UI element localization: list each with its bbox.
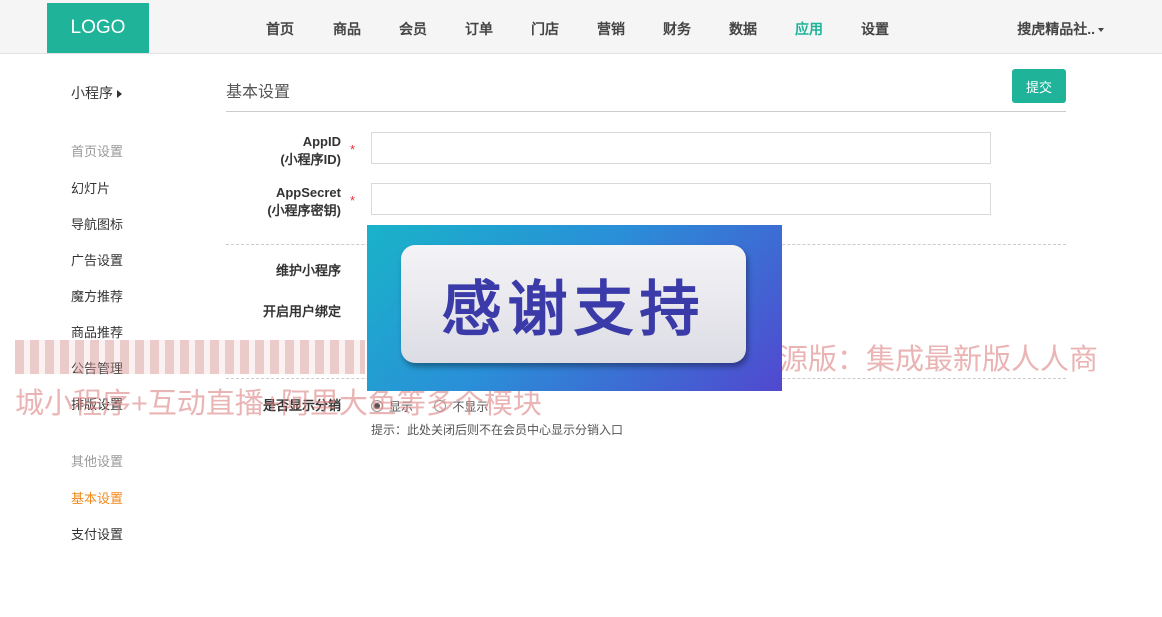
appsecret-label-line1: AppSecret [275, 185, 341, 200]
sidebar-item-payment-settings[interactable]: 支付设置 [71, 524, 123, 543]
sidebar-group-home: 首页设置 [71, 144, 124, 159]
sidebar-item-notice[interactable]: 公告管理 [71, 358, 123, 377]
banner-plate: 感谢支持 [401, 245, 746, 363]
watermark-line1: 源版：集成最新版人人商 [779, 344, 1099, 376]
radio-button[interactable] [371, 400, 383, 412]
appid-label-line2: (小程序ID) [280, 152, 341, 167]
appid-label: AppID (小程序ID) [226, 133, 341, 169]
appsecret-label-line2: (小程序密钥) [267, 203, 341, 218]
distribution-radio-group: 显示 不显示 [371, 398, 506, 415]
sidebar-item-layout[interactable]: 排版设置 [71, 394, 123, 413]
thanks-banner: 感谢支持 [367, 225, 782, 391]
sidebar-item-basic-settings[interactable]: 基本设置 [71, 488, 123, 507]
nav-data[interactable]: 数据 [729, 19, 757, 39]
page-title: 基本设置 [226, 84, 291, 101]
nav-home[interactable]: 首页 [266, 19, 294, 39]
sidebar-item-goods-recommend[interactable]: 商品推荐 [71, 322, 123, 341]
watermark-blurred-text [15, 340, 365, 374]
appid-label-line1: AppID [302, 134, 341, 149]
top-navbar: LOGO 首页 商品 会员 订单 门店 营销 财务 数据 应用 设置 搜虎精品社… [0, 0, 1162, 54]
user-bind-label: 开启用户绑定 [262, 304, 341, 319]
distribution-hint: 提示：此处关闭后则不在会员中心显示分销入口 [371, 423, 624, 437]
radio-label: 不显示 [452, 400, 489, 414]
radio-option-show[interactable]: 显示 [371, 398, 413, 415]
sidebar-title-label: 小程序 [71, 85, 113, 101]
radio-button[interactable] [434, 400, 447, 412]
required-marker: * [350, 142, 356, 157]
sidebar-item-nav-icons[interactable]: 导航图标 [71, 214, 123, 233]
banner-text: 感谢支持 [441, 275, 706, 343]
user-name: 搜虎精品社.. [1017, 21, 1095, 37]
nav-marketing[interactable]: 营销 [597, 19, 625, 39]
radio-option-hide[interactable]: 不显示 [434, 398, 488, 415]
sidebar-item-cube[interactable]: 魔方推荐 [71, 286, 123, 305]
maintain-label: 维护小程序 [275, 263, 341, 278]
nav-member[interactable]: 会员 [399, 19, 427, 39]
distribution-label: 是否显示分销 [262, 398, 341, 413]
caret-right-icon [117, 90, 122, 99]
title-divider [226, 111, 1066, 112]
appid-input[interactable] [371, 132, 991, 164]
appsecret-input[interactable] [371, 183, 991, 215]
user-menu[interactable]: 搜虎精品社.. [1017, 19, 1104, 39]
required-marker: * [350, 193, 356, 208]
logo[interactable]: LOGO [47, 3, 149, 53]
sidebar-group-other: 其他设置 [71, 454, 124, 469]
chevron-down-icon [1098, 28, 1104, 33]
sidebar-title[interactable]: 小程序 [71, 83, 122, 103]
nav-apps[interactable]: 应用 [795, 19, 823, 39]
sidebar-item-slides[interactable]: 幻灯片 [71, 178, 110, 197]
sidebar-item-ads[interactable]: 广告设置 [71, 250, 123, 269]
nav-finance[interactable]: 财务 [663, 19, 691, 39]
radio-label: 显示 [389, 400, 414, 414]
submit-button[interactable]: 提交 [1012, 69, 1066, 103]
nav-store[interactable]: 门店 [531, 19, 559, 39]
nav-order[interactable]: 订单 [465, 19, 493, 39]
nav-settings[interactable]: 设置 [861, 19, 889, 39]
nav-goods[interactable]: 商品 [333, 19, 361, 39]
appsecret-label: AppSecret (小程序密钥) [226, 184, 341, 220]
